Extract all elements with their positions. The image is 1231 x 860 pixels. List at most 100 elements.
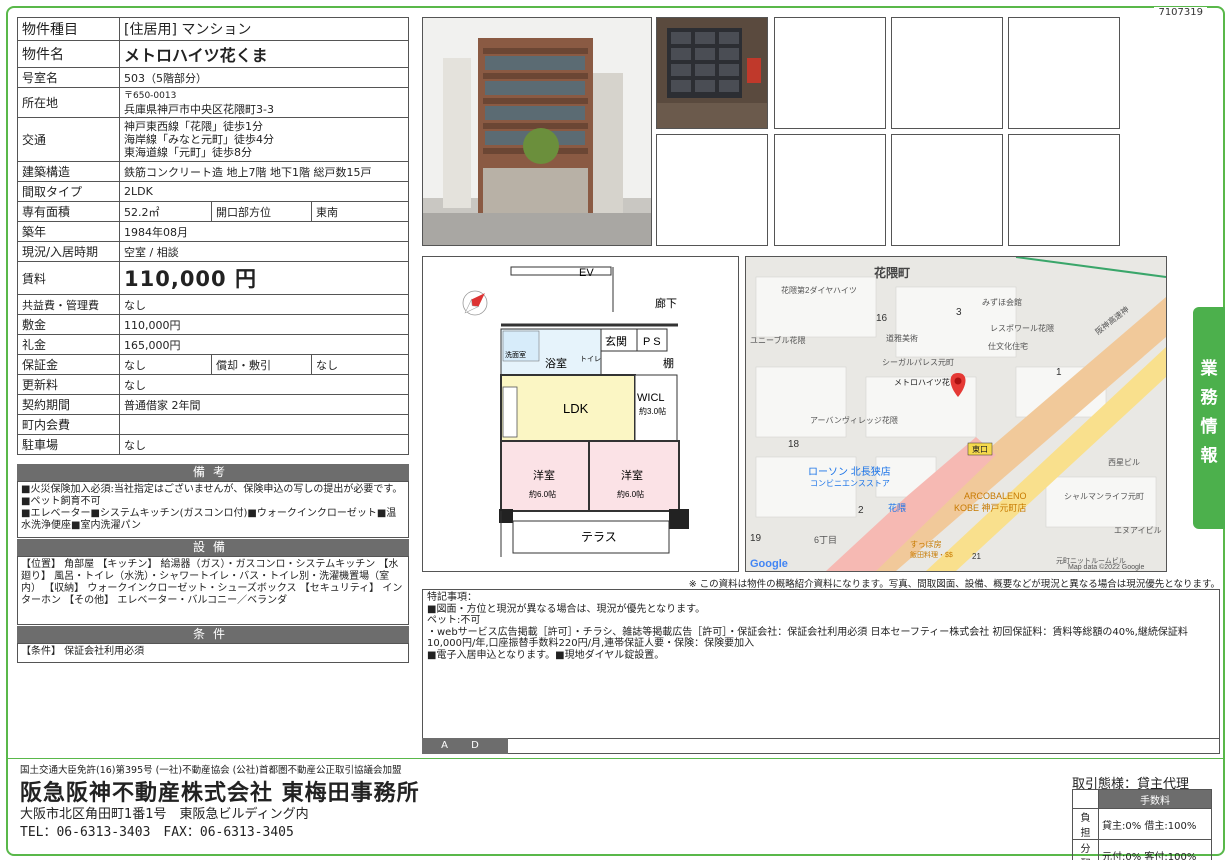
map-number: 18: [788, 439, 800, 450]
contract-value: 普通借家 2年間: [119, 394, 409, 415]
map-number: 19: [750, 533, 762, 544]
amortization-value: なし: [311, 354, 409, 375]
map-number: 3: [956, 307, 962, 318]
fp-ps: P S: [643, 336, 661, 348]
map-label: ローソン 北長狭店: [808, 465, 891, 478]
building-photo: [422, 17, 652, 246]
layout-label: 間取タイプ: [17, 181, 120, 202]
area-label: 専有面積: [17, 201, 120, 222]
company-address: 大阪市北区角田町1番1号 東阪急ビルディング内: [20, 807, 309, 822]
map-label: みずほ会館: [982, 297, 1022, 307]
special-remarks-line: ・webサービス広告掲載［許可］・チラシ、雑誌等掲載広告［許可］・保証会社：保証…: [427, 626, 1188, 650]
deposit-value: 110,000円: [119, 314, 409, 335]
map-label: レスポワール花隈: [990, 323, 1054, 333]
town-fee-label: 町内会費: [17, 414, 120, 435]
business-info-tab[interactable]: 業務情報: [1193, 307, 1225, 529]
map-label: 仕文化住宅: [988, 341, 1028, 351]
fp-shelf: 棚: [663, 356, 674, 370]
type-label: 物件種目: [17, 17, 120, 41]
map-label: 花隈第2ダイヤハイツ: [781, 285, 857, 295]
transport-line-3: 東海道線「元町」徒歩8分: [124, 146, 252, 159]
map-label: 花隈: [888, 502, 906, 513]
empty-photo-slot: [774, 134, 886, 246]
parking-value: なし: [119, 434, 409, 455]
renewal-value: なし: [119, 374, 409, 395]
transport-line-1: 神戸東西線「花隈」徒歩1分: [124, 120, 263, 133]
location-map[interactable]: 花隈町 阪神高速神 花隈第2ダイヤハイツ みずほ会館 ユニーブル花隈 道雅美術 …: [745, 256, 1167, 572]
guarantee-value: なし: [119, 354, 212, 375]
key-money-label: 礼金: [17, 334, 120, 355]
fp-room2-size: 約6.0帖: [617, 489, 644, 499]
name-label: 物件名: [17, 40, 120, 68]
fee-value: なし: [119, 294, 409, 315]
empty-photo-slot: [891, 17, 1003, 129]
map-label: 道雅美術: [886, 333, 918, 343]
map-credit: Map data ©2022 Google: [1068, 563, 1144, 571]
map-label: エヌアイビル: [1114, 526, 1162, 535]
direction-value: 東南: [311, 201, 409, 222]
empty-photo-slot: [1008, 134, 1120, 246]
fp-wicl: WICL: [637, 392, 665, 404]
map-label: 東口: [972, 444, 988, 454]
mailbox-photo: [656, 17, 768, 129]
footer-divider: [8, 758, 1223, 759]
fp-corridor: 廊下: [655, 296, 677, 310]
address-cell: 〒650-0013 兵庫県神戸市中央区花隈町3-3: [119, 87, 409, 118]
special-remarks-title: 特記事項：: [427, 592, 477, 603]
split-value: 元付:0% 客付:100%: [1098, 839, 1212, 860]
empty-photo-slot: [1008, 17, 1120, 129]
structure-label: 建築構造: [17, 161, 120, 182]
company-phone: TEL：06-6313-3403 FAX：06-6313-3405: [20, 825, 294, 840]
burden-label: 負担: [1072, 808, 1099, 840]
map-number: 16: [876, 313, 888, 324]
transport-label: 交通: [17, 117, 120, 162]
remarks-heading: 備考: [17, 464, 409, 481]
key-money-value: 165,000円: [119, 334, 409, 355]
layout-value: 2LDK: [119, 181, 409, 202]
equipment-text: 【位置】 角部屋 【キッチン】 給湯器（ガス）・ガスコンロ・システムキッチン 【…: [17, 556, 409, 625]
fp-toilet: トイレ: [580, 356, 601, 363]
special-remarks: 特記事項： ■図面・方位と現況が異なる場合は、現況が優先となります。 ペット:不…: [422, 589, 1220, 754]
fp-ev: EV: [579, 267, 594, 279]
fee-label: 共益費・管理費: [17, 294, 120, 315]
fp-wicl-size: 約3.0帖: [639, 406, 666, 416]
deposit-label: 敷金: [17, 314, 120, 335]
map-label: シャルマンライフ元町: [1064, 492, 1144, 501]
fee-heading: 手数料: [1098, 789, 1212, 809]
remarks-text: ■火災保険加入必須:当社指定はございませんが、保険申込の写しの提出が必要です。■…: [17, 481, 409, 538]
map-label: 飯田料理・$$: [910, 550, 953, 559]
fp-ldk: LDK: [563, 401, 589, 416]
status-value: 空室 / 相談: [119, 241, 409, 262]
type-value: [住居用] マンション: [119, 17, 409, 41]
burden-value: 貸主:0% 借主:100%: [1098, 808, 1212, 840]
area-value: 52.2㎡: [119, 201, 212, 222]
name-value: メトロハイツ花くま: [119, 40, 409, 68]
fp-room2: 洋室: [621, 468, 643, 482]
conditions-text: 【条件】 保証会社利用必須: [17, 643, 409, 663]
map-label: ユニーブル花隈: [750, 335, 806, 345]
amortization-label: 償却・敷引: [211, 354, 312, 375]
special-remarks-line: ペット:不可: [427, 615, 481, 626]
map-label: KOBE 神戸元町店: [954, 502, 1027, 513]
zip-code: 〒650-0013: [124, 90, 177, 101]
fp-room1-size: 約6.0帖: [529, 489, 556, 499]
address-label: 所在地: [17, 87, 120, 118]
structure-value: 鉄筋コンクリート造 地上7階 地下1階 総戸数15戸: [119, 161, 409, 182]
fp-entrance: 玄関: [605, 334, 627, 348]
map-label: ARCOBALENO: [964, 491, 1027, 501]
map-area-label: 花隈町: [874, 265, 910, 280]
map-label: シーガルパレス元町: [882, 357, 954, 367]
special-remarks-line: ■電子入居申込となります。■現地ダイヤル錠設置。: [427, 649, 665, 661]
rent-value: 110,000 円: [119, 261, 409, 295]
rent-label: 賃料: [17, 261, 120, 295]
parking-label: 駐車場: [17, 434, 120, 455]
empty-photo-slot: [891, 134, 1003, 246]
empty-photo-slot: [656, 134, 768, 246]
disclaimer-note: ※ この資料は物件の概略紹介資料になります。写真、間取図面、設備、概要などが現況…: [688, 579, 1220, 590]
status-label: 現況/入居時期: [17, 241, 120, 262]
guarantee-label: 保証金: [17, 354, 120, 375]
empty-photo-slot: [774, 17, 886, 129]
floor-plan: EV 廊下 洗面室 浴室 トイレ 玄関 P S 棚 LDK WICL 約3.0帖…: [422, 256, 739, 572]
ad-value: [508, 738, 1220, 754]
special-remarks-line: ■図面・方位と現況が異なる場合は、現況が優先となります。: [427, 603, 706, 615]
